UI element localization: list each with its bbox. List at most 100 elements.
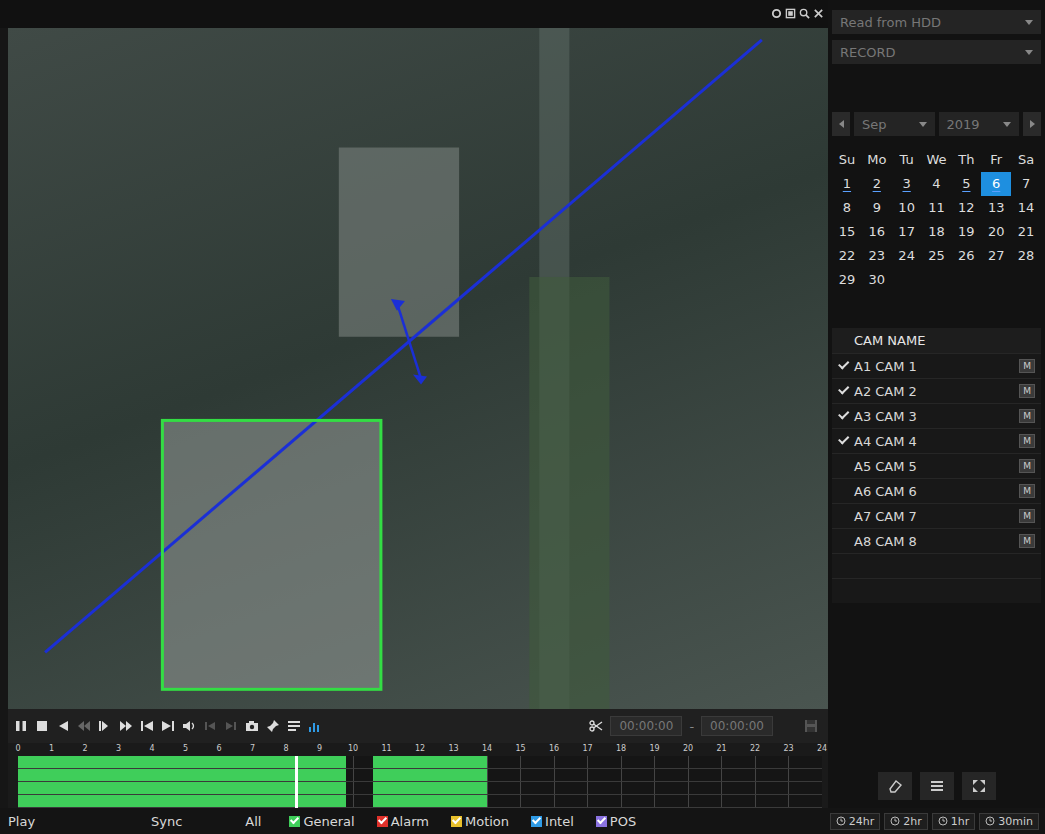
record-type-dropdown[interactable]: RECORD: [832, 40, 1041, 64]
month-dropdown[interactable]: Sep: [854, 112, 935, 136]
file-list-button[interactable]: [920, 772, 954, 800]
time-scale-button[interactable]: 1hr: [932, 813, 976, 830]
calendar-day[interactable]: 21: [1011, 220, 1041, 244]
calendar-day[interactable]: 18: [922, 220, 952, 244]
previous-record-icon[interactable]: [140, 719, 154, 733]
clip-end-time[interactable]: 00:00:00: [701, 716, 773, 736]
calendar-day[interactable]: 15: [832, 220, 862, 244]
calendar-day[interactable]: 13: [981, 196, 1011, 220]
save-icon[interactable]: [804, 719, 818, 733]
main-stream-badge[interactable]: M: [1019, 384, 1035, 398]
camera-checkbox[interactable]: [838, 511, 848, 521]
calendar-day[interactable]: 27: [981, 244, 1011, 268]
fast-forward-icon[interactable]: [119, 719, 133, 733]
calendar-day[interactable]: 29: [832, 268, 862, 292]
fullscreen-button[interactable]: [962, 772, 996, 800]
main-stream-badge[interactable]: M: [1019, 434, 1035, 448]
camera-list-header[interactable]: CAM NAME: [832, 328, 1041, 353]
video-frame[interactable]: [8, 28, 828, 709]
calendar-day[interactable]: 6: [981, 172, 1011, 196]
channel-track[interactable]: [18, 756, 822, 769]
calendar-day[interactable]: 16: [862, 220, 892, 244]
clip-button[interactable]: [878, 772, 912, 800]
camera-row[interactable]: A3 CAM 3M: [832, 403, 1041, 428]
year-dropdown[interactable]: 2019: [939, 112, 1020, 136]
clip-scissors-icon[interactable]: [589, 719, 603, 733]
main-stream-badge[interactable]: M: [1019, 534, 1035, 548]
camera-row[interactable]: A5 CAM 5M: [832, 453, 1041, 478]
record-type-filter[interactable]: General: [289, 814, 354, 829]
timeline[interactable]: 0123456789101112131415161718192021222324: [8, 743, 828, 808]
calendar-day[interactable]: 11: [922, 196, 952, 220]
calendar-day[interactable]: 17: [892, 220, 922, 244]
calendar-day[interactable]: 1: [832, 172, 862, 196]
calendar-day[interactable]: 3: [892, 172, 922, 196]
next-month-button[interactable]: [1023, 112, 1041, 136]
calendar-day[interactable]: 22: [832, 244, 862, 268]
select-all-checkbox[interactable]: [838, 336, 848, 346]
main-stream-badge[interactable]: M: [1019, 409, 1035, 423]
camera-row[interactable]: A6 CAM 6M: [832, 478, 1041, 503]
record-type-filter[interactable]: Motion: [451, 814, 509, 829]
calendar-day[interactable]: 4: [922, 172, 952, 196]
volume-icon[interactable]: [182, 719, 196, 733]
record-type-filter[interactable]: Intel: [531, 814, 574, 829]
camera-row[interactable]: A8 CAM 8M: [832, 528, 1041, 553]
next-frame-icon[interactable]: [224, 719, 238, 733]
smart-search-icon[interactable]: [308, 719, 322, 733]
channel-track[interactable]: [18, 769, 822, 782]
pin-icon[interactable]: [266, 719, 280, 733]
search-type-dropdown[interactable]: Read from HDD: [832, 10, 1041, 34]
camera-checkbox[interactable]: [838, 386, 848, 396]
all-checkbox[interactable]: All: [232, 814, 261, 829]
previous-month-button[interactable]: [832, 112, 850, 136]
snapshot-icon[interactable]: [245, 719, 259, 733]
time-scale-button[interactable]: 30min: [979, 813, 1039, 830]
main-stream-badge[interactable]: M: [1019, 359, 1035, 373]
time-scale-button[interactable]: 2hr: [884, 813, 928, 830]
record-type-filter[interactable]: POS: [596, 814, 636, 829]
calendar-day[interactable]: 5: [951, 172, 981, 196]
settings-icon[interactable]: [771, 8, 782, 19]
close-icon[interactable]: [813, 8, 824, 19]
calendar-day[interactable]: 8: [832, 196, 862, 220]
camera-checkbox[interactable]: [838, 361, 848, 371]
main-stream-badge[interactable]: M: [1019, 459, 1035, 473]
camera-row[interactable]: A4 CAM 4M: [832, 428, 1041, 453]
time-scale-button[interactable]: 24hr: [830, 813, 881, 830]
calendar-day[interactable]: 10: [892, 196, 922, 220]
camera-checkbox[interactable]: [838, 436, 848, 446]
mark-list-icon[interactable]: [287, 719, 301, 733]
camera-row[interactable]: A7 CAM 7M: [832, 503, 1041, 528]
fast-play-icon[interactable]: [98, 719, 112, 733]
main-stream-badge[interactable]: M: [1019, 509, 1035, 523]
record-type-filter[interactable]: Alarm: [377, 814, 429, 829]
camera-row[interactable]: A1 CAM 1M: [832, 353, 1041, 378]
main-stream-badge[interactable]: M: [1019, 484, 1035, 498]
calendar-day[interactable]: 9: [862, 196, 892, 220]
stop-icon[interactable]: [35, 719, 49, 733]
slow-play-icon[interactable]: [77, 719, 91, 733]
calendar-day[interactable]: 26: [951, 244, 981, 268]
time-cursor[interactable]: [295, 756, 298, 808]
calendar-day[interactable]: 2: [862, 172, 892, 196]
camera-checkbox[interactable]: [838, 486, 848, 496]
clip-start-time[interactable]: 00:00:00: [610, 716, 682, 736]
calendar-day[interactable]: 14: [1011, 196, 1041, 220]
calendar-day[interactable]: 7: [1011, 172, 1041, 196]
window-icon[interactable]: [785, 8, 796, 19]
calendar-day[interactable]: 28: [1011, 244, 1041, 268]
calendar-day[interactable]: 23: [862, 244, 892, 268]
camera-row[interactable]: A2 CAM 2M: [832, 378, 1041, 403]
camera-checkbox[interactable]: [838, 461, 848, 471]
calendar-day[interactable]: 19: [951, 220, 981, 244]
calendar-day[interactable]: 30: [862, 268, 892, 292]
calendar-day[interactable]: 20: [981, 220, 1011, 244]
previous-frame-icon[interactable]: [203, 719, 217, 733]
channel-track[interactable]: [18, 782, 822, 795]
calendar-day[interactable]: 25: [922, 244, 952, 268]
camera-checkbox[interactable]: [838, 536, 848, 546]
channel-track[interactable]: [18, 795, 822, 808]
next-record-icon[interactable]: [161, 719, 175, 733]
reverse-play-icon[interactable]: [56, 719, 70, 733]
